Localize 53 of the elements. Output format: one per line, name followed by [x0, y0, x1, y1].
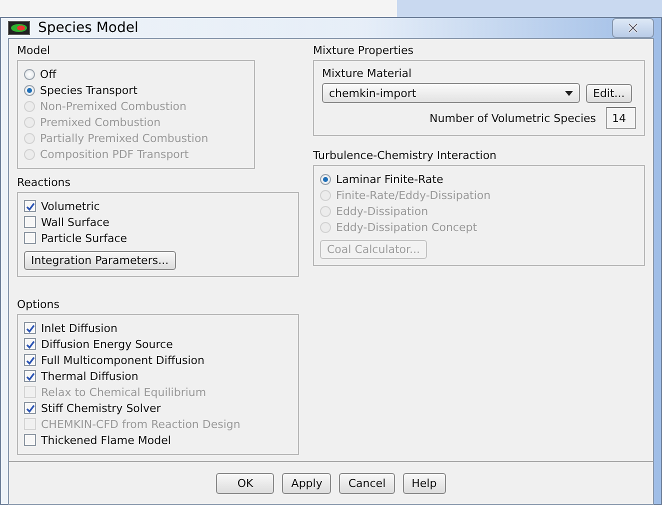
checkbox-label: Inlet Diffusion	[41, 322, 118, 334]
checkbox-label: Wall Surface	[41, 216, 110, 228]
checkbox-label: Diffusion Energy Source	[41, 338, 173, 350]
checkbox[interactable]	[24, 322, 36, 334]
checkbox-label: Volumetric	[41, 200, 100, 212]
group-label: Model	[17, 44, 52, 57]
checkbox-label: Stiff Chemistry Solver	[41, 402, 161, 414]
checkbox[interactable]	[24, 232, 36, 244]
radio-label: Premixed Combustion	[40, 116, 161, 128]
checkbox[interactable]	[24, 434, 36, 446]
checkbox[interactable]	[24, 216, 36, 228]
dialog-button[interactable]: Cancel	[339, 472, 395, 494]
app-icon	[8, 21, 30, 35]
integration-parameters-button[interactable]: Integration Parameters...	[24, 251, 176, 270]
window-title: Species Model	[38, 20, 138, 36]
dialog-button[interactable]: Help	[402, 472, 446, 494]
radio-label: Species Transport	[40, 84, 138, 96]
checkbox-label: Full Multicomponent Diffusion	[41, 354, 204, 366]
field-label: Mixture Material	[322, 67, 413, 80]
group-label: Mixture Properties	[313, 44, 414, 57]
radio-label: Laminar Finite-Rate	[336, 172, 444, 186]
checkbox-label: CHEMKIN-CFD from Reaction Design	[41, 418, 240, 430]
checkbox-label: Thickened Flame Model	[41, 434, 171, 446]
group-label: Turbulence-Chemistry Interaction	[313, 149, 498, 162]
radio-label: Eddy-Dissipation	[336, 204, 428, 218]
checkbox[interactable]	[24, 402, 36, 414]
checkbox-label: Relax to Chemical Equilibrium	[41, 386, 206, 398]
checkbox[interactable]	[24, 338, 36, 350]
checkbox-label: Thermal Diffusion	[41, 370, 138, 382]
radio-label: Composition PDF Transport	[40, 148, 189, 160]
group-label: Options	[17, 298, 60, 311]
checkbox[interactable]	[24, 370, 36, 382]
radio-label: Partially Premixed Combustion	[40, 132, 208, 144]
field-label: Number of Volumetric Species	[430, 112, 596, 124]
radio-button[interactable]	[24, 68, 35, 80]
checkbox[interactable]	[24, 200, 36, 212]
radio-label: Eddy-Dissipation Concept	[336, 220, 478, 234]
close-button[interactable]	[612, 18, 654, 38]
radio-button[interactable]	[24, 84, 35, 96]
radio-label: Finite-Rate/Eddy-Dissipation	[336, 188, 491, 202]
species-count-field[interactable]: 14	[606, 107, 636, 129]
radio-button[interactable]	[320, 174, 331, 184]
dropdown-arrow-icon	[565, 90, 573, 96]
radio-label: Non-Premixed Combustion	[40, 100, 186, 112]
radio-label: Off	[40, 68, 56, 80]
close-icon	[627, 23, 639, 33]
group-label: Reactions	[17, 176, 72, 189]
dialog-button[interactable]: OK	[216, 472, 274, 494]
edit-button[interactable]: Edit...	[586, 84, 632, 102]
dialog-button[interactable]: Apply	[282, 472, 332, 494]
material-dropdown[interactable]: chemkin-import	[322, 83, 580, 103]
checkbox-label: Particle Surface	[41, 232, 128, 244]
checkbox[interactable]	[24, 354, 36, 366]
